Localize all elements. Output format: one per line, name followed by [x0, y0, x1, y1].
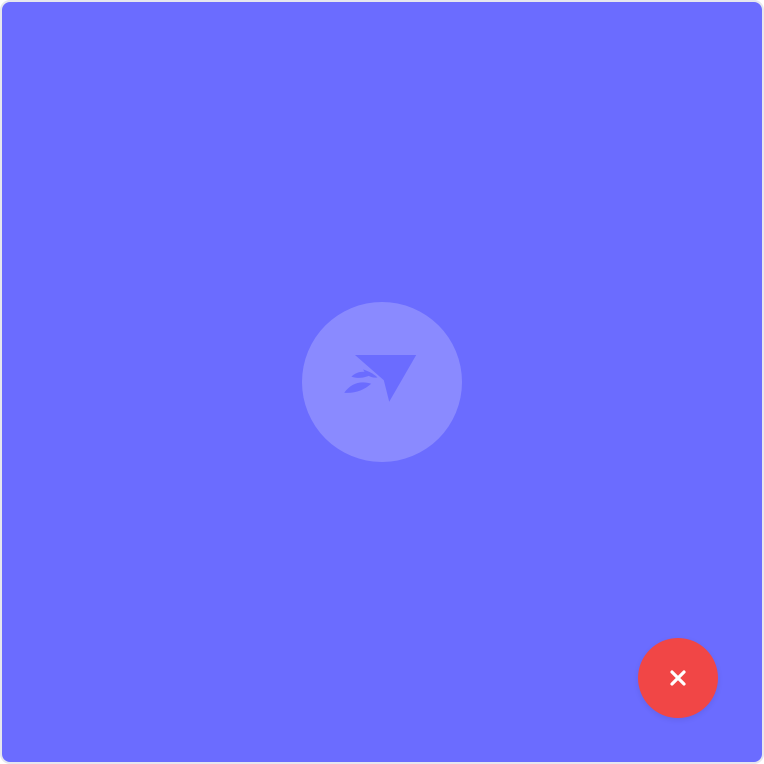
send-paper-plane-icon: [344, 355, 417, 402]
close-icon: [670, 670, 686, 686]
logo-badge: [302, 302, 462, 462]
main-panel: [2, 2, 762, 762]
app-window: [0, 0, 764, 764]
close-button[interactable]: [638, 638, 718, 718]
